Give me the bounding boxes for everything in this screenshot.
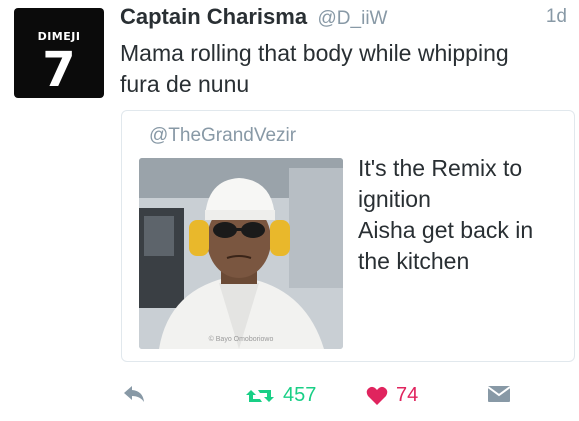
retweet-count: 457 [283, 384, 317, 406]
quoted-tweet-photo[interactable]: © Bayo Omoboriowo [139, 158, 343, 349]
direct-message-button[interactable] [487, 384, 511, 404]
quoted-user-handle[interactable]: @TheGrandVezir [149, 125, 296, 147]
quoted-text-line: the kitchen [358, 248, 470, 274]
timestamp[interactable]: 1d [546, 6, 567, 28]
envelope-icon [487, 386, 511, 402]
like-count: 74 [396, 384, 419, 406]
like-button[interactable]: 74 [366, 384, 418, 407]
tweet-actions: 457 74 [0, 374, 579, 418]
photo-illustration: © Bayo Omoboriowo [139, 158, 343, 349]
tweet-text-line: Mama rolling that body while whipping [120, 40, 509, 66]
reply-button[interactable] [122, 384, 148, 404]
tweet-header: Captain Charisma @D_iiW 1d [120, 4, 567, 32]
user-handle[interactable]: @D_iiW [318, 8, 388, 29]
retweet-button[interactable]: 457 [245, 384, 316, 407]
quoted-text-line: ignition [358, 186, 431, 212]
tweet-text: Mama rolling that body while whipping fu… [120, 38, 560, 100]
display-name[interactable]: Captain Charisma [120, 4, 307, 29]
tweet-text-line: fura de nunu [120, 71, 250, 97]
quoted-tweet-card[interactable]: @TheGrandVezir © Bayo Omoboriowo It's th… [121, 110, 575, 362]
quoted-text-line: It's the Remix to [358, 155, 523, 181]
photo-watermark: © Bayo Omoboriowo [209, 335, 274, 343]
retweet-icon [246, 389, 274, 402]
avatar-number-text: 7 [42, 42, 76, 98]
quoted-text-line: Aisha get back in [358, 217, 534, 243]
reply-icon [124, 386, 144, 402]
avatar[interactable]: DIMEJI 7 [14, 8, 104, 98]
heart-icon [366, 386, 388, 405]
quoted-tweet-text: It's the Remix to ignition Aisha get bac… [358, 153, 558, 277]
